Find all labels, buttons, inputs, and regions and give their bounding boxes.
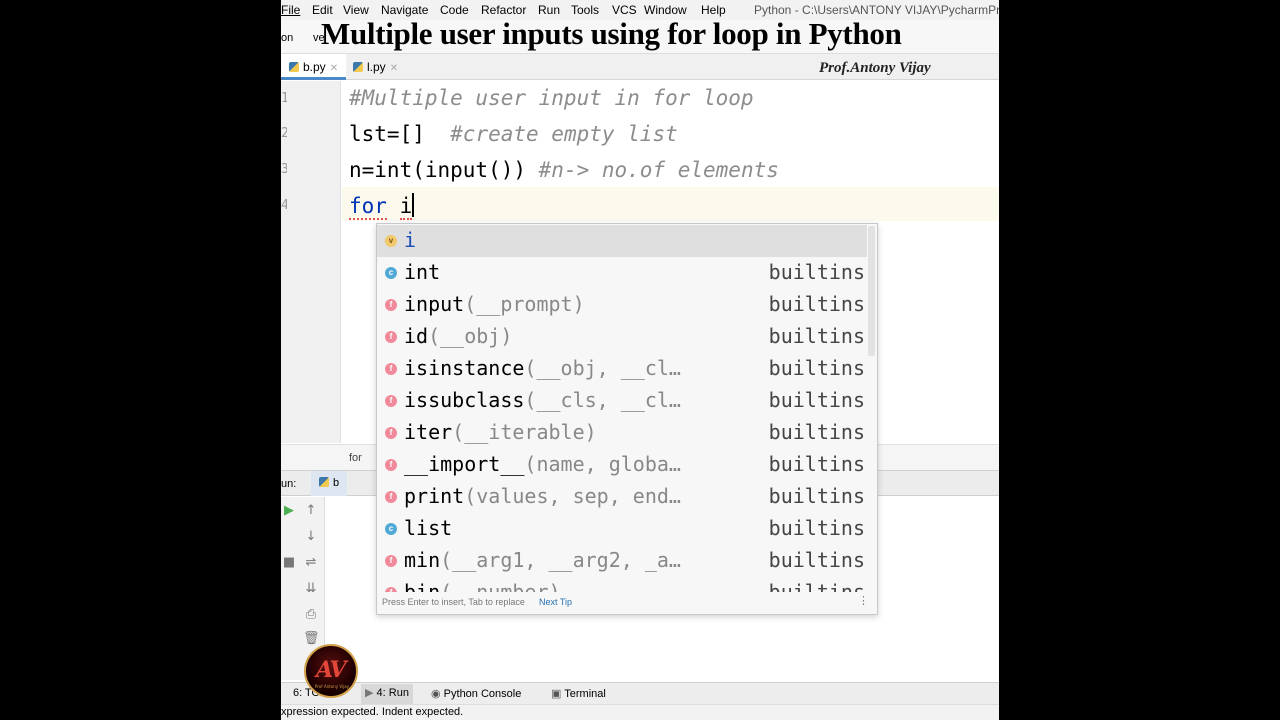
run-tool-button[interactable]: ▶ 4: Run [361, 684, 413, 704]
editor-gutter: 1 2 3 4 [281, 81, 341, 443]
current-line-highlight [342, 187, 999, 221]
status-bar: xpression expected. Indent expected. [281, 704, 999, 720]
stop-icon[interactable]: ■ [281, 555, 297, 570]
python-file-icon [289, 62, 299, 72]
menu-window[interactable]: Window [644, 3, 687, 17]
video-title: Multiple user inputs using for loop in P… [321, 16, 902, 51]
completion-item[interactable]: c list builtins [377, 513, 867, 545]
menu-run[interactable]: Run [538, 3, 560, 17]
status-message: xpression expected. Indent expected. [281, 706, 464, 718]
class-icon: c [385, 523, 397, 535]
tab-l-py[interactable]: l.py ✕ [345, 54, 406, 80]
rerun-icon[interactable]: ▶ [281, 503, 297, 518]
function-icon: f [385, 459, 397, 471]
menu-tools[interactable]: Tools [571, 3, 599, 17]
print-icon[interactable]: ⎙ [303, 607, 319, 622]
run-panel-label: un: [281, 478, 297, 490]
completion-scrollbar[interactable] [868, 226, 875, 356]
variable-icon: v [385, 235, 397, 247]
next-tip-link[interactable]: Next Tip [539, 597, 572, 607]
more-options-icon[interactable]: ⋮ [858, 594, 869, 607]
completion-item[interactable]: f iter(__iterable) builtins [377, 417, 867, 449]
close-icon[interactable]: ✕ [330, 63, 338, 74]
tab-label: l.py [367, 60, 386, 74]
completion-item[interactable]: fbin(__number)builtins [377, 577, 867, 592]
logo-caption: Prof Antony Vijay [314, 684, 350, 689]
completion-item[interactable]: f min(__arg1, __arg2, _a… builtins [377, 545, 867, 577]
completion-list: vi c int builtins f input(__prompt) builtins… [377, 224, 867, 592]
python-file-icon [353, 62, 363, 72]
function-icon: f [385, 491, 397, 503]
soft-wrap-icon[interactable]: ⇌ [303, 555, 319, 570]
function-icon: f [385, 363, 397, 375]
completion-item[interactable]: f isinstance(__obj, __cl… builtins [377, 353, 867, 385]
function-icon: f [385, 299, 397, 311]
function-icon: f [385, 427, 397, 439]
function-icon: f [385, 331, 397, 343]
run-tool-icon: ▶ [365, 687, 374, 699]
line-number: 1 [281, 91, 287, 106]
video-author: Prof.Antony Vijay [819, 60, 931, 76]
code-line-3: n=int(input()) #n-> no.of elements [349, 158, 779, 182]
window-title: Python - C:\Users\ANTONY VIJAY\PycharmPr… [754, 3, 999, 17]
completion-item[interactable]: vi [377, 225, 867, 257]
channel-logo: AV Prof Antony Vijay [304, 644, 358, 698]
code-line-4: for i [349, 193, 415, 220]
ide-screen: File Edit View Navigate Code Refactor Ru… [281, 0, 999, 720]
down-arrow-icon[interactable]: ↓ [303, 529, 319, 544]
completion-item[interactable]: f print(values, sep, end… builtins [377, 481, 867, 513]
menu-help[interactable]: Help [701, 3, 726, 17]
nav-crumb-project[interactable]: on [281, 32, 293, 44]
function-icon: f [385, 395, 397, 407]
terminal-tool-button[interactable]: ▣ Terminal [551, 687, 606, 700]
run-config-tab[interactable]: b [311, 471, 348, 496]
code-line-2: lst=[] #create empty list [349, 122, 678, 146]
terminal-icon: ▣ [551, 688, 562, 700]
tab-b-py[interactable]: b.py ✕ [281, 54, 347, 80]
class-icon: c [385, 267, 397, 279]
up-arrow-icon[interactable]: ↑ [303, 503, 319, 518]
console-icon: ◉ [431, 688, 441, 700]
menu-refactor[interactable]: Refactor [481, 3, 526, 17]
completion-item[interactable]: c int builtins [377, 257, 867, 289]
line-number: 3 [281, 162, 287, 177]
logo-mark: AV [316, 657, 347, 683]
code-line-1: #Multiple user input in for loop [349, 86, 754, 110]
close-icon[interactable]: ✕ [390, 63, 398, 74]
tab-label: b.py [303, 60, 326, 74]
completion-item[interactable]: f id(__obj) builtins [377, 321, 867, 353]
code-completion-popup[interactable]: vi c int builtins f input(__prompt) builtins… [376, 223, 878, 615]
line-number: 4 [281, 198, 287, 213]
menu-view[interactable]: View [343, 3, 369, 17]
menu-code[interactable]: Code [440, 3, 469, 17]
completion-item[interactable]: f input(__prompt) builtins [377, 289, 867, 321]
completion-item[interactable]: f issubclass(__cls, __cl… builtins [377, 385, 867, 417]
completion-hint: Press Enter to insert, Tab to replace [382, 597, 525, 607]
trash-icon[interactable]: 🗑 [303, 631, 320, 646]
python-console-tool-button[interactable]: ◉ Python Console [431, 687, 521, 700]
menu-file[interactable]: File [281, 3, 300, 17]
tool-window-strip: 6: TO ▶ 4: Run ◉ Python Console ▣ Termin… [281, 682, 999, 704]
menu-edit[interactable]: Edit [312, 3, 333, 17]
text-cursor [412, 193, 415, 217]
breadcrumb-for[interactable]: for [349, 452, 362, 464]
menu-vcs[interactable]: VCS [612, 3, 637, 17]
completion-footer: Press Enter to insert, Tab to replace Ne… [377, 592, 877, 614]
line-number: 2 [281, 126, 287, 141]
python-file-icon [319, 477, 329, 487]
function-icon: f [385, 555, 397, 567]
scroll-to-end-icon[interactable]: ⇊ [303, 581, 319, 596]
menu-navigate[interactable]: Navigate [381, 3, 428, 17]
completion-item[interactable]: f __import__(name, globa… builtins [377, 449, 867, 481]
